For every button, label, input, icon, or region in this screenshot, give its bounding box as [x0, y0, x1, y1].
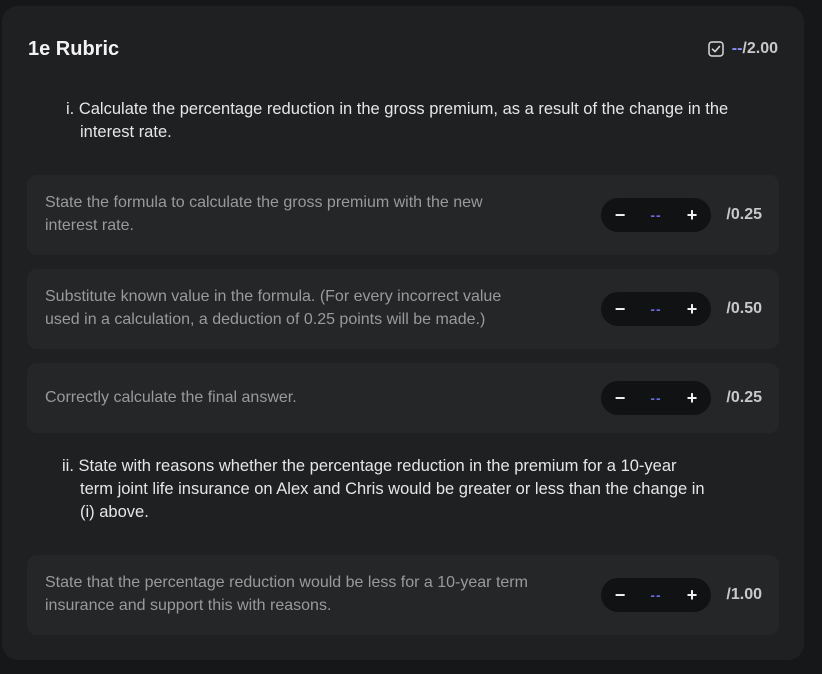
- question-text-line: State with reasons whether the percentag…: [78, 457, 677, 475]
- total-score-max: /2.00: [742, 40, 778, 57]
- criterion-row: Substitute known value in the formula. (…: [27, 269, 779, 349]
- decrement-button[interactable]: −: [613, 388, 627, 409]
- score-value[interactable]: --: [650, 301, 661, 317]
- increment-button[interactable]: +: [685, 205, 699, 226]
- criterion-row: State that the percentage reduction woul…: [27, 555, 779, 635]
- criterion-row: Correctly calculate the final answer. − …: [27, 363, 779, 433]
- rubric-total-score: --/2.00: [708, 34, 778, 64]
- question-text-line: (i) above.: [80, 503, 149, 521]
- rubric-header: 1e Rubric --/2.00: [28, 34, 778, 64]
- total-score-current: --: [731, 40, 743, 57]
- increment-button[interactable]: +: [685, 388, 699, 409]
- criterion-max-score: /1.00: [726, 586, 762, 603]
- criterion-description: State that the percentage reduction woul…: [45, 574, 528, 614]
- increment-button[interactable]: +: [685, 299, 699, 320]
- score-stepper: − -- +: [601, 578, 711, 612]
- criterion-description: Substitute known value in the formula. (…: [45, 288, 502, 328]
- criterion-description: Correctly calculate the final answer.: [45, 389, 297, 406]
- question-text-line: term joint life insurance on Alex and Ch…: [80, 480, 705, 498]
- checkbox-icon[interactable]: [708, 41, 724, 57]
- score-stepper: − -- +: [601, 198, 711, 232]
- question-text-line: Calculate the percentage reduction in th…: [78, 100, 729, 118]
- criterion-max-score: /0.50: [726, 300, 762, 317]
- score-stepper: − -- +: [601, 381, 711, 415]
- increment-button[interactable]: +: [685, 585, 699, 606]
- question-number: i.: [66, 100, 75, 118]
- decrement-button[interactable]: −: [613, 205, 627, 226]
- criterion-max-score: /0.25: [726, 206, 762, 223]
- question-text-line: interest rate.: [80, 123, 172, 141]
- decrement-button[interactable]: −: [613, 585, 627, 606]
- score-stepper: − -- +: [601, 292, 711, 326]
- decrement-button[interactable]: −: [613, 299, 627, 320]
- score-value[interactable]: --: [650, 207, 661, 223]
- criterion-max-score: /0.25: [726, 389, 762, 406]
- question-ii: ii. State with reasons whether the perce…: [62, 455, 782, 524]
- score-value[interactable]: --: [650, 390, 661, 406]
- criterion-row: State the formula to calculate the gross…: [27, 175, 779, 255]
- criterion-description: State the formula to calculate the gross…: [45, 194, 483, 234]
- question-i: i. Calculate the percentage reduction in…: [66, 98, 786, 144]
- question-number: ii.: [62, 457, 74, 475]
- rubric-panel: 1e Rubric --/2.00 i. Calculate the perce…: [2, 6, 804, 660]
- score-value[interactable]: --: [650, 587, 661, 603]
- rubric-title: 1e Rubric: [28, 38, 120, 60]
